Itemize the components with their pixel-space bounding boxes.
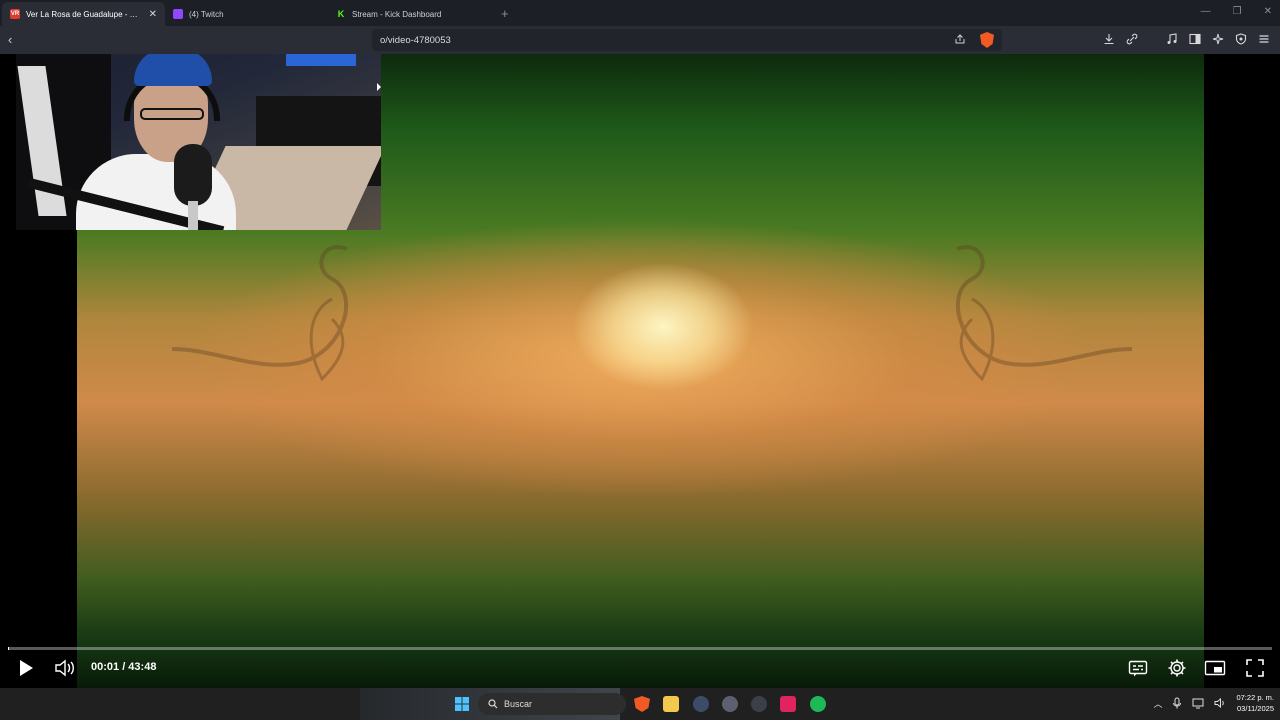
play-icon[interactable] — [17, 658, 35, 678]
brave-browser-icon[interactable] — [634, 696, 650, 712]
obs-icon[interactable] — [751, 696, 767, 712]
ver-icon: VR — [10, 9, 20, 19]
leo-ai-icon[interactable] — [1212, 33, 1224, 45]
link-icon[interactable] — [1126, 33, 1138, 45]
microphone — [174, 144, 212, 206]
new-tab-button[interactable]: + — [501, 6, 509, 21]
windows-taskbar: Buscar ︿ 07:22 p. m. 03/11/2025 — [0, 688, 1280, 720]
music-icon[interactable] — [1166, 33, 1178, 45]
settings-gear-icon[interactable] — [1167, 658, 1187, 678]
taskbar-search[interactable]: Buscar — [478, 693, 626, 715]
webcam-glasses — [140, 108, 204, 120]
close-window-icon[interactable]: ✕ — [1264, 6, 1272, 17]
tab-kick-dashboard[interactable]: K Stream - Kick Dashboard — [328, 2, 491, 26]
menu-icon[interactable] — [1258, 33, 1270, 45]
volume-icon[interactable] — [54, 658, 76, 678]
vpn-shield-icon[interactable] — [1235, 33, 1247, 45]
webcam-overlay — [16, 54, 381, 230]
file-explorer-icon[interactable] — [663, 696, 679, 712]
mouse-cursor — [377, 83, 381, 91]
tab-title: Ver La Rosa de Guadalupe - Nue — [26, 9, 143, 19]
fullscreen-icon[interactable] — [1245, 658, 1265, 678]
toolbar-icons — [1103, 33, 1270, 45]
address-bar[interactable]: o/video-4780053 — [372, 29, 1002, 51]
search-icon — [488, 699, 498, 709]
chevron-up-icon[interactable]: ︿ — [1153, 697, 1162, 710]
close-tab-icon[interactable]: ✕ — [149, 9, 157, 20]
window-controls: — ❐ ✕ — [1201, 6, 1272, 17]
tab-title: (4) Twitch — [189, 9, 224, 19]
tab-twitch[interactable]: (4) Twitch — [165, 2, 328, 26]
subtitles-icon[interactable] — [1128, 658, 1148, 678]
microphone-icon[interactable] — [1172, 697, 1182, 709]
ornament-left-decoration — [172, 245, 349, 382]
app-arrow-icon[interactable] — [693, 696, 709, 712]
tab-ver-la-rosa[interactable]: VR Ver La Rosa de Guadalupe - Nue ✕ — [2, 2, 165, 26]
browser-toolbar: ‹ o/video-4780053 — [0, 26, 1280, 54]
clock-date: 03/11/2025 — [1237, 704, 1274, 713]
time-display: 00:01 / 43:48 — [91, 661, 157, 673]
browser-tab-strip: VR Ver La Rosa de Guadalupe - Nue ✕ (4) … — [0, 0, 1280, 26]
brave-shields-icon[interactable] — [980, 32, 994, 48]
webcam-cap — [134, 54, 212, 86]
windows-start-icon[interactable] — [454, 696, 470, 712]
share-icon[interactable] — [954, 33, 966, 45]
network-icon[interactable] — [1192, 697, 1204, 709]
system-tray: ︿ 07:22 p. m. 03/11/2025 — [1153, 692, 1274, 714]
twitch-icon — [173, 9, 183, 19]
search-placeholder: Buscar — [504, 699, 533, 709]
restore-icon[interactable]: ❐ — [1233, 6, 1242, 17]
url-text: o/video-4780053 — [380, 34, 451, 46]
clock-time: 07:22 p. m. — [1236, 693, 1274, 702]
app-circle-icon[interactable] — [722, 696, 738, 712]
system-clock[interactable]: 07:22 p. m. 03/11/2025 — [1236, 692, 1274, 714]
microphone-stand — [188, 201, 198, 230]
picture-in-picture-icon[interactable] — [1204, 658, 1226, 678]
tab-title: Stream - Kick Dashboard — [352, 9, 442, 19]
speaker-icon[interactable] — [1214, 697, 1226, 709]
minimize-icon[interactable]: — — [1201, 6, 1211, 17]
sidebar-icon[interactable] — [1189, 33, 1201, 45]
kick-icon: K — [337, 9, 345, 19]
video-player[interactable]: 00:01 / 43:48 — [0, 54, 1280, 688]
player-controls: 00:01 / 43:48 — [0, 650, 1280, 688]
tiktok-icon[interactable] — [780, 696, 796, 712]
download-icon[interactable] — [1103, 33, 1115, 45]
ornament-right-decoration — [955, 245, 1133, 382]
webcam-monitor — [286, 54, 356, 66]
spotify-icon[interactable] — [810, 696, 826, 712]
back-arrow-icon[interactable]: ‹ — [8, 32, 12, 47]
